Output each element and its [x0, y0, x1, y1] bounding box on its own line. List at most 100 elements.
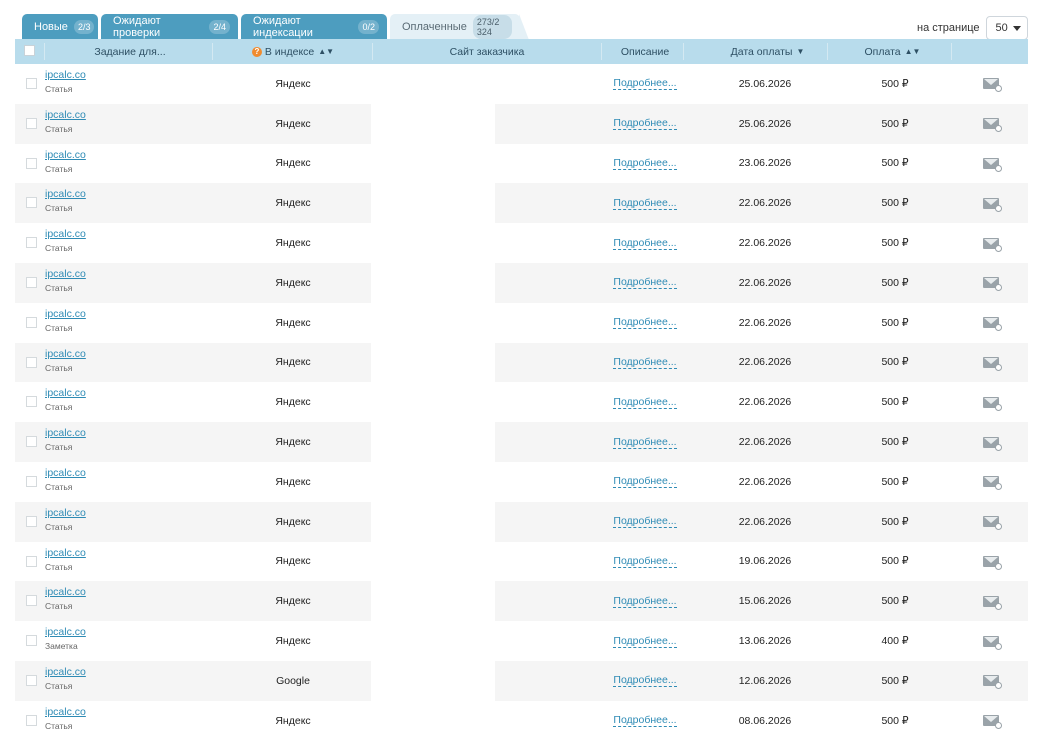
per-page-select[interactable]: 50 — [985, 16, 1028, 40]
site-link[interactable]: ipcalc.co — [45, 228, 86, 240]
tab-awaiting-review[interactable]: Ожидают проверки 2/4 — [101, 14, 238, 40]
site-link[interactable]: ipcalc.co — [45, 348, 86, 360]
row-checkbox[interactable] — [26, 635, 37, 647]
envelope-icon[interactable] — [983, 277, 1002, 292]
payment-amount: 500 ₽ — [881, 276, 909, 289]
table-row: ipcalc.co Статья Яндекс Подробнее... 22.06.2… — [15, 382, 1028, 422]
clock-badge-icon — [995, 483, 1002, 491]
envelope-icon[interactable] — [983, 436, 1002, 451]
description-link[interactable]: Подробнее... — [613, 555, 677, 568]
envelope-icon[interactable] — [983, 118, 1002, 133]
envelope-icon[interactable] — [983, 635, 1002, 650]
row-checkbox[interactable] — [26, 555, 37, 567]
task-cell: ipcalc.co Статья — [45, 586, 86, 611]
site-link[interactable]: ipcalc.co — [45, 387, 86, 399]
index-engine: Яндекс — [275, 316, 311, 329]
site-link[interactable]: ipcalc.co — [45, 109, 86, 121]
row-checkbox[interactable] — [26, 197, 37, 209]
column-header-task[interactable]: Задание для... — [45, 39, 215, 64]
payment-amount: 500 ₽ — [881, 396, 909, 409]
envelope-icon[interactable] — [983, 396, 1002, 411]
table-row: ipcalc.co Заметка Яндекс Подробнее... 13.06.… — [15, 621, 1028, 661]
row-checkbox[interactable] — [26, 157, 37, 169]
description-cell: Подробнее... — [601, 701, 689, 741]
envelope-icon[interactable] — [983, 317, 1002, 332]
description-link[interactable]: Подробнее... — [613, 356, 677, 369]
column-title: Задание для... — [94, 45, 166, 58]
row-checkbox[interactable] — [26, 515, 37, 527]
payment-date: 23.06.2026 — [738, 157, 792, 170]
payment-date: 22.06.2026 — [738, 356, 792, 369]
row-checkbox[interactable] — [26, 117, 37, 129]
per-page-value: 50 — [995, 22, 1008, 34]
column-header-payment[interactable]: Оплата ▲▼ — [845, 39, 940, 64]
site-link[interactable]: ipcalc.co — [45, 268, 86, 280]
site-link[interactable]: ipcalc.co — [45, 586, 86, 598]
payment-date: 25.06.2026 — [738, 117, 792, 130]
envelope-icon[interactable] — [983, 78, 1002, 93]
payment-amount: 500 ₽ — [881, 237, 909, 250]
description-link[interactable]: Подробнее... — [613, 396, 677, 409]
site-link[interactable]: ipcalc.co — [45, 666, 86, 678]
description-link[interactable]: Подробнее... — [613, 237, 677, 250]
select-all-checkbox[interactable] — [24, 45, 35, 56]
row-checkbox[interactable] — [26, 276, 37, 288]
site-link[interactable]: ipcalc.co — [45, 467, 86, 479]
row-checkbox[interactable] — [26, 674, 37, 686]
description-link[interactable]: Подробнее... — [613, 316, 677, 330]
site-link[interactable]: ipcalc.co — [45, 188, 86, 200]
index-engine: Яндекс — [275, 595, 311, 608]
site-link[interactable]: ipcalc.co — [45, 547, 86, 559]
envelope-icon[interactable] — [983, 555, 1002, 570]
row-checkbox[interactable] — [26, 237, 37, 249]
description-link[interactable]: Подробнее... — [613, 674, 677, 688]
site-link[interactable]: ipcalc.co — [45, 427, 86, 439]
description-link[interactable]: Подробнее... — [613, 77, 677, 91]
envelope-icon[interactable] — [983, 476, 1002, 491]
description-link[interactable]: Подробнее... — [613, 197, 677, 210]
site-link[interactable]: ipcalc.co — [45, 149, 86, 161]
message-cell — [981, 263, 1002, 303]
row-checkbox[interactable] — [26, 595, 37, 607]
paid-tasks-page: Новые 2/3 Ожидают проверки 2/4 Ожидают и… — [0, 0, 1044, 741]
site-link[interactable]: ipcalc.co — [45, 507, 86, 519]
description-link[interactable]: Подробнее... — [613, 436, 677, 449]
envelope-icon[interactable] — [983, 197, 1002, 212]
site-link[interactable]: ipcalc.co — [45, 308, 86, 320]
description-link[interactable]: Подробнее... — [613, 157, 677, 170]
row-checkbox[interactable] — [26, 78, 37, 89]
envelope-icon[interactable] — [983, 237, 1002, 252]
description-link[interactable]: Подробнее... — [613, 714, 677, 728]
description-link[interactable]: Подробнее... — [613, 475, 677, 489]
description-link[interactable]: Подробнее... — [613, 117, 677, 131]
column-header-index[interactable]: ? В индексе ▲▼ — [215, 39, 371, 64]
envelope-icon[interactable] — [983, 675, 1002, 690]
description-link[interactable]: Подробнее... — [613, 515, 677, 529]
description-cell: Подробнее... — [601, 303, 689, 343]
envelope-icon[interactable] — [983, 157, 1002, 172]
row-checkbox[interactable] — [26, 714, 37, 726]
envelope-icon[interactable] — [983, 356, 1002, 371]
row-checkbox[interactable] — [26, 316, 37, 328]
tab-new[interactable]: Новые 2/3 — [22, 14, 98, 40]
envelope-icon[interactable] — [983, 516, 1002, 531]
task-type: Статья — [45, 362, 73, 373]
payment-amount: 500 ₽ — [881, 515, 909, 528]
site-link[interactable]: ipcalc.co — [45, 69, 86, 81]
row-checkbox[interactable] — [26, 436, 37, 448]
description-link[interactable]: Подробнее... — [613, 635, 677, 648]
envelope-icon[interactable] — [983, 715, 1002, 730]
description-link[interactable]: Подробнее... — [613, 276, 677, 290]
column-header-date[interactable]: Дата оплаты ▼ — [705, 39, 830, 64]
site-link[interactable]: ipcalc.co — [45, 626, 86, 638]
help-icon[interactable]: ? — [251, 46, 262, 57]
tab-paid[interactable]: Оплаченные 273/2 324 — [390, 14, 529, 40]
row-checkbox[interactable] — [26, 356, 37, 368]
row-checkbox[interactable] — [26, 396, 37, 408]
table-row: ipcalc.co Статья Яндекс Подробнее... 25.06.2… — [15, 103, 1028, 144]
site-link[interactable]: ipcalc.co — [45, 706, 86, 718]
row-checkbox[interactable] — [26, 475, 37, 487]
description-link[interactable]: Подробнее... — [613, 595, 677, 608]
envelope-icon[interactable] — [983, 595, 1002, 610]
tab-awaiting-indexing[interactable]: Ожидают индексации 0/2 — [241, 14, 387, 40]
